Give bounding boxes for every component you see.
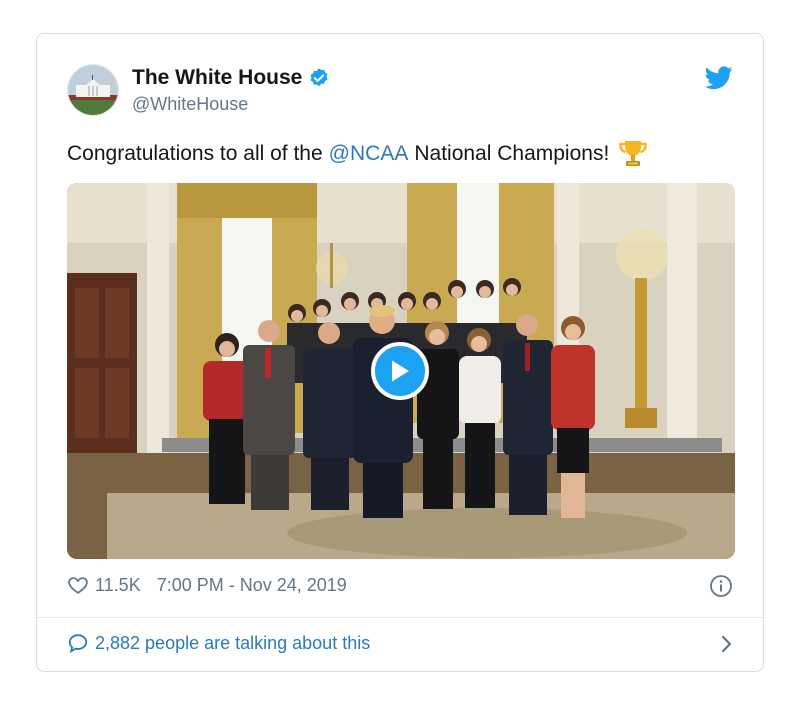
author-name-text[interactable]: The White House — [132, 66, 302, 90]
play-icon — [392, 360, 409, 382]
conversation-link[interactable]: 2,882 people are talking about this — [67, 632, 733, 654]
tweet-text: Congratulations to all of the @NCAA Nati… — [67, 138, 649, 170]
author-display-name[interactable]: The White House — [132, 66, 330, 90]
avatar[interactable] — [67, 64, 119, 116]
tweet-text-after: National Champions! — [414, 142, 610, 165]
heart-icon[interactable] — [67, 574, 89, 596]
speech-bubble-icon — [68, 634, 88, 654]
twitter-bird-icon[interactable] — [705, 66, 733, 90]
tweet-timestamp[interactable]: 7:00 PM - Nov 24, 2019 — [157, 575, 347, 596]
ncaa-mention-link[interactable]: @NCAA — [329, 142, 409, 166]
video-play-button[interactable] — [371, 342, 429, 400]
tweet-text-before: Congratulations to all of the — [67, 142, 323, 165]
trophy-icon — [619, 141, 648, 166]
info-icon[interactable] — [709, 574, 733, 598]
white-house-avatar-image — [68, 65, 118, 115]
video-media[interactable] — [67, 183, 735, 559]
divider — [37, 617, 763, 618]
tweet-meta-row: 11.5K 7:00 PM - Nov 24, 2019 — [67, 574, 347, 596]
like-count[interactable]: 11.5K — [95, 575, 141, 596]
conversation-count-text[interactable]: 2,882 people are talking about this — [95, 633, 370, 654]
author-handle[interactable]: @WhiteHouse — [132, 94, 248, 115]
verified-badge-icon — [310, 68, 328, 87]
tweet-card: The White House @WhiteHouse Congratulati… — [36, 33, 764, 672]
chevron-right-icon[interactable] — [719, 634, 733, 654]
